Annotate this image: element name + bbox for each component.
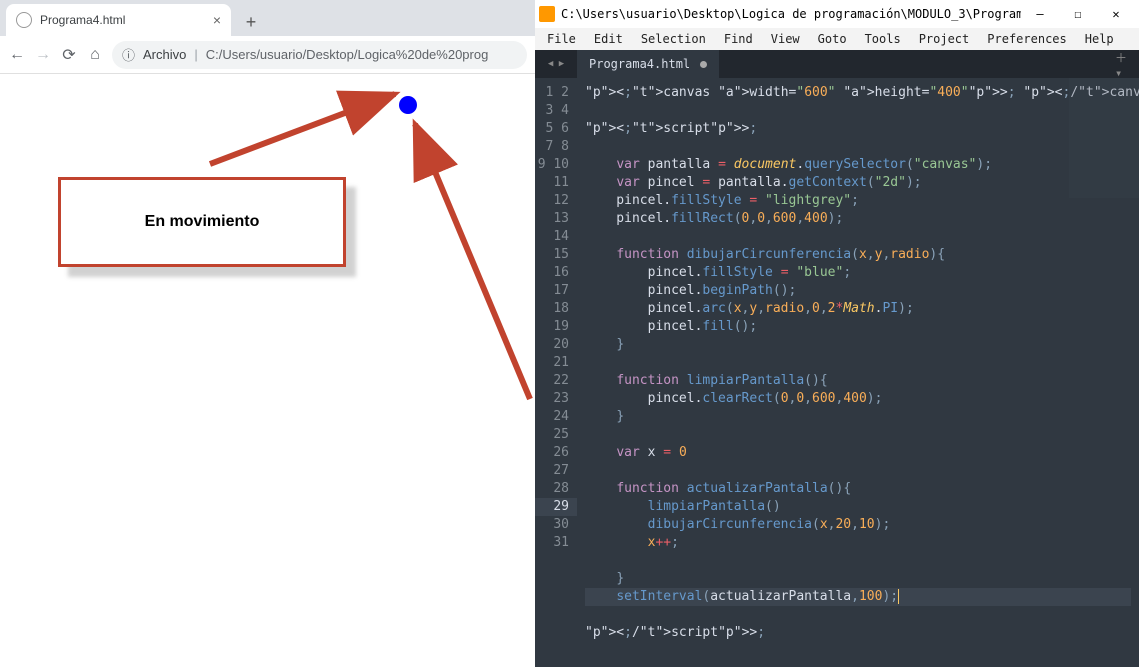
url-scheme: Archivo <box>143 47 186 62</box>
sublime-editor-window: C:\Users\usuario\Desktop\Logica de progr… <box>535 0 1139 667</box>
close-button[interactable]: ✕ <box>1097 0 1135 28</box>
new-tab-button[interactable]: + <box>237 8 265 36</box>
editor-tabs: ◀ ▶ Programa4.html ＋ ▾ <box>535 50 1139 78</box>
tab-title: Programa4.html <box>40 13 125 27</box>
fold-controls[interactable]: ◀ ▶ <box>535 50 577 78</box>
address-bar[interactable]: ⓘ Archivo | C:/Users/usuario/Desktop/Log… <box>112 41 527 69</box>
minimize-button[interactable]: — <box>1021 0 1059 28</box>
annotation-arrow-1 <box>200 79 420 174</box>
chrome-tabbar: Programa4.html × + <box>0 0 535 36</box>
menu-file[interactable]: File <box>539 30 584 48</box>
menu-help[interactable]: Help <box>1077 30 1122 48</box>
globe-icon <box>16 12 32 28</box>
maximize-button[interactable]: ☐ <box>1059 0 1097 28</box>
menu-view[interactable]: View <box>763 30 808 48</box>
menu-edit[interactable]: Edit <box>586 30 631 48</box>
url-path: C:/Users/usuario/Desktop/Logica%20de%20p… <box>206 47 489 62</box>
modified-indicator-icon <box>700 61 707 68</box>
browser-viewport: En movimiento <box>0 74 535 667</box>
editor-file-tab[interactable]: Programa4.html <box>577 50 719 78</box>
chrome-browser-window: Programa4.html × + ← → ⟳ ⌂ ⓘ Archivo | C… <box>0 0 535 667</box>
menu-preferences[interactable]: Preferences <box>979 30 1074 48</box>
menu-tools[interactable]: Tools <box>857 30 909 48</box>
editor-tab-name: Programa4.html <box>589 57 690 71</box>
url-separator: | <box>194 47 197 62</box>
reload-button[interactable]: ⟳ <box>60 46 78 64</box>
menu-project[interactable]: Project <box>911 30 978 48</box>
home-button[interactable]: ⌂ <box>86 46 104 64</box>
code-area[interactable]: 1 2 3 4 5 6 7 8 9 10 11 12 13 14 15 16 1… <box>535 78 1139 667</box>
new-file-tab-button[interactable]: ＋ ▾ <box>1115 50 1139 78</box>
line-number-gutter[interactable]: 1 2 3 4 5 6 7 8 9 10 11 12 13 14 15 16 1… <box>535 78 577 667</box>
window-controls: — ☐ ✕ <box>1021 0 1135 28</box>
close-tab-icon[interactable]: × <box>213 12 221 28</box>
back-button[interactable]: ← <box>8 46 26 64</box>
editor-titlebar: C:\Users\usuario\Desktop\Logica de progr… <box>535 0 1139 28</box>
minimap[interactable] <box>1069 78 1139 198</box>
sublime-app-icon <box>539 6 555 22</box>
annotation-callout: En movimiento <box>58 177 346 267</box>
code-content[interactable]: "p"><;"t">canvas "a">width="600" "a">hei… <box>577 78 1139 667</box>
annotation-arrow-2 <box>395 109 545 409</box>
info-icon[interactable]: ⓘ <box>122 45 135 64</box>
chrome-navbar: ← → ⟳ ⌂ ⓘ Archivo | C:/Users/usuario/Des… <box>0 36 535 74</box>
callout-text: En movimiento <box>145 213 260 231</box>
menu-find[interactable]: Find <box>716 30 761 48</box>
menu-goto[interactable]: Goto <box>810 30 855 48</box>
editor-menubar: File Edit Selection Find View Goto Tools… <box>535 28 1139 50</box>
forward-button[interactable]: → <box>34 46 52 64</box>
menu-selection[interactable]: Selection <box>633 30 714 48</box>
editor-window-title: C:\Users\usuario\Desktop\Logica de progr… <box>561 7 1021 21</box>
browser-tab[interactable]: Programa4.html × <box>6 4 231 36</box>
